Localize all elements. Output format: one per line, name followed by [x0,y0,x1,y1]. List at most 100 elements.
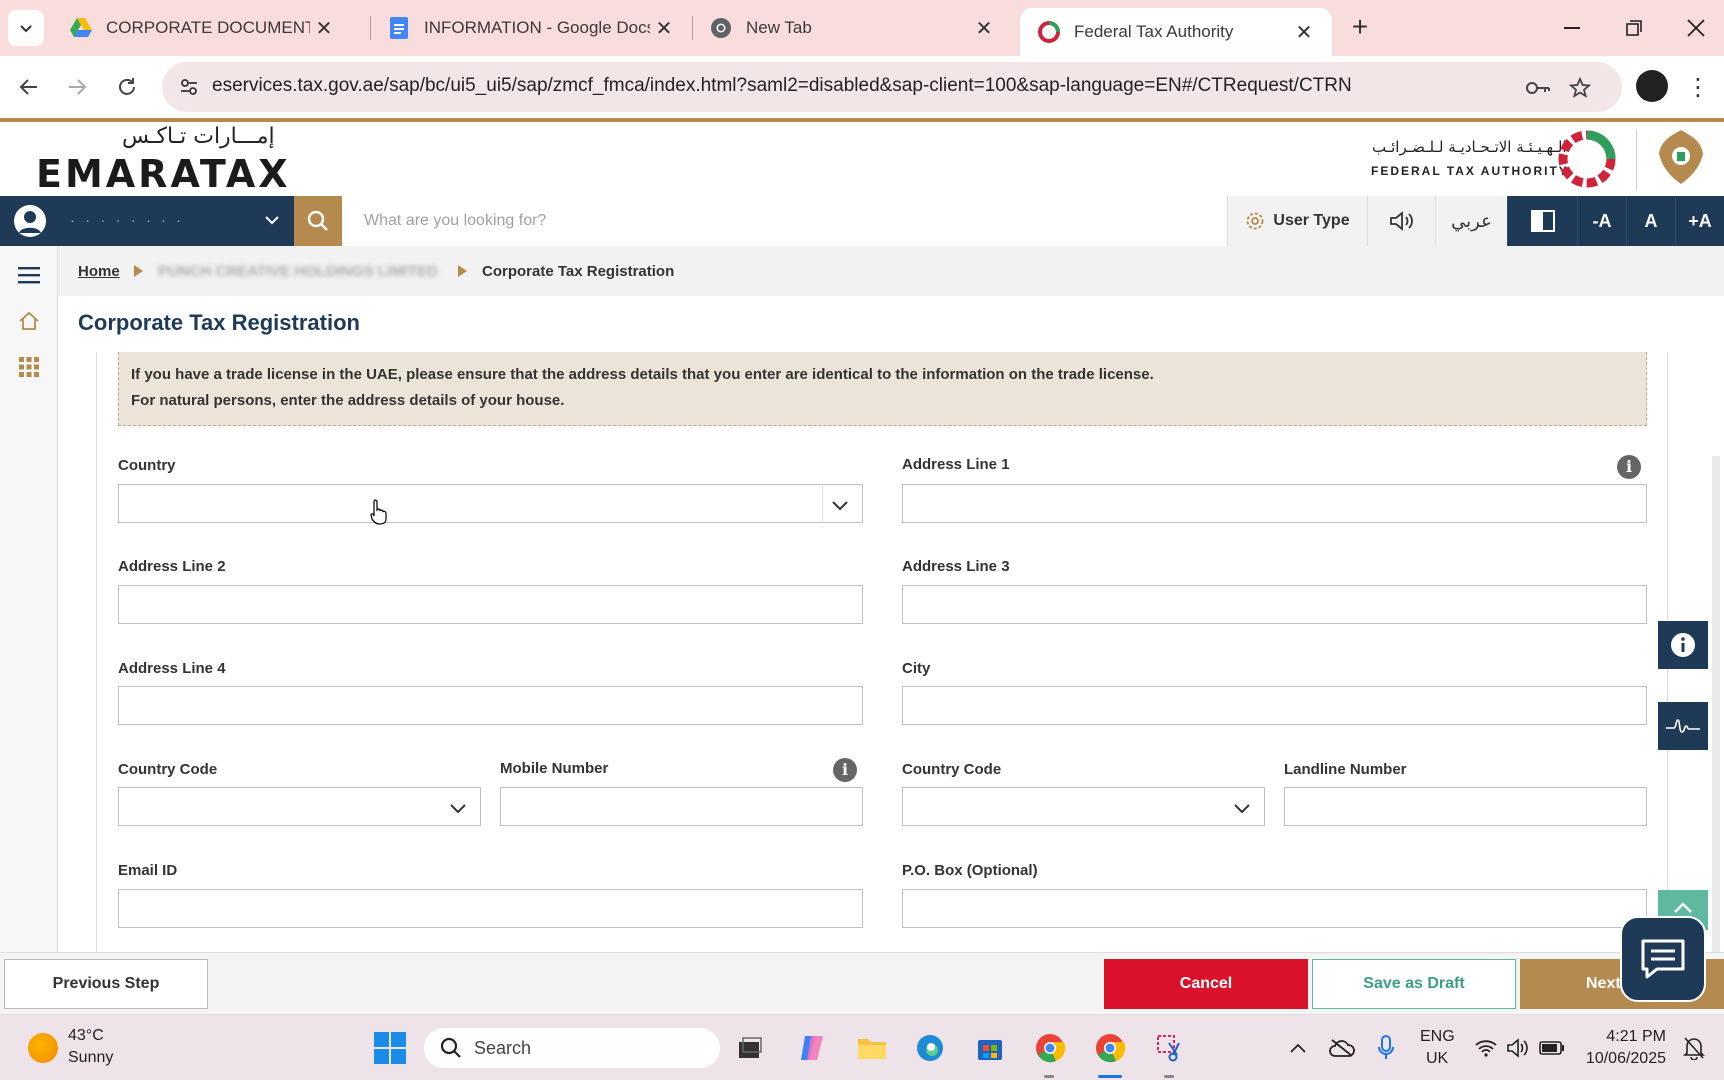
cancel-button[interactable]: Cancel [1104,959,1308,1009]
close-window-button[interactable] [1676,10,1716,46]
hamburger-menu-icon[interactable] [14,260,44,290]
weather-temperature[interactable]: 43°C [68,1027,104,1045]
volume-icon[interactable] [1500,1030,1536,1066]
back-button[interactable] [12,70,46,104]
breadcrumb-home[interactable]: Home [78,263,120,280]
restore-icon [1626,20,1642,36]
chat-button[interactable] [1620,916,1706,1002]
battery-icon[interactable] [1534,1030,1570,1066]
audio-button[interactable] [1367,196,1435,246]
user-type-button[interactable]: User Type [1227,196,1367,246]
taskbar-search[interactable]: Search [424,1028,720,1068]
address-line-4-input[interactable] [118,686,863,725]
address-bar[interactable]: eservices.tax.gov.ae/sap/bc/ui5_ui5/sap/… [162,62,1622,112]
keyboard-layout[interactable]: UK [1426,1050,1448,1068]
city-input[interactable] [902,686,1647,725]
restore-button[interactable] [1614,10,1654,46]
chevron-up-icon[interactable] [1280,1030,1316,1066]
sun-icon[interactable] [28,1033,58,1063]
forward-button[interactable] [60,70,94,104]
taskbar-search-label: Search [474,1038,532,1058]
search-button[interactable] [294,196,342,246]
star-icon[interactable] [1566,74,1594,102]
user-menu[interactable]: · · · · · · · · [0,196,294,246]
po-box-input[interactable] [902,889,1647,928]
close-icon[interactable]: ✕ [1290,20,1318,45]
notification-bell-icon[interactable] [1676,1030,1712,1066]
close-icon[interactable]: ✕ [310,16,338,41]
minimize-button[interactable] [1552,10,1592,46]
chrome-icon [710,17,732,39]
profile-avatar[interactable] [1636,70,1668,102]
microsoft-store-icon[interactable] [972,1030,1008,1066]
arabic-language-button[interactable]: عربي [1435,196,1507,246]
site-info-icon[interactable] [174,72,204,102]
tab-search-button[interactable] [8,10,44,46]
weather-condition[interactable]: Sunny [68,1049,113,1067]
city-label: City [902,660,931,677]
wifi-icon[interactable] [1468,1030,1504,1066]
close-icon[interactable]: ✕ [650,16,678,41]
key-icon[interactable] [1524,74,1552,102]
language-indicator[interactable]: ENG [1420,1028,1455,1046]
address-line-2-input[interactable] [118,585,863,624]
save-as-draft-button[interactable]: Save as Draft [1312,959,1516,1009]
signature-tool-button[interactable] [1658,702,1708,750]
file-explorer-icon[interactable] [854,1030,890,1066]
tab-federal-tax-authority[interactable]: Federal Tax Authority ✕ [1020,8,1332,56]
decrease-font-button[interactable]: -A [1577,196,1626,246]
google-docs-icon [388,17,410,39]
tab-new-tab[interactable]: New Tab ✕ [692,6,1012,50]
onedrive-icon[interactable] [1324,1030,1360,1066]
reload-button[interactable] [110,70,144,104]
new-tab-button[interactable]: + [1344,12,1376,44]
close-icon [1687,19,1705,37]
user-avatar-icon [14,205,46,237]
info-icon[interactable]: i [1617,455,1641,479]
increase-font-button[interactable]: +A [1675,196,1724,246]
mobile-number-input[interactable] [500,787,863,826]
site-search-input[interactable] [342,196,1227,246]
notice-line-1: If you have a trade license in the UAE, … [131,366,1154,383]
clock-time[interactable]: 4:21 PM [1580,1028,1666,1046]
mobile-country-code-select[interactable] [118,787,481,826]
address-line-3-input[interactable] [902,585,1647,624]
microphone-icon[interactable] [1368,1030,1404,1066]
emaratax-logo[interactable]: EMARATAX [36,152,291,196]
snipping-tool-icon[interactable] [1152,1030,1188,1066]
home-icon[interactable] [14,306,44,336]
landline-number-label: Landline Number [1284,761,1407,778]
tab-corporate-document[interactable]: CORPORATE DOCUMENT - Acc ✕ [52,6,352,50]
landline-number-input[interactable] [1284,787,1647,826]
address-line-1-input[interactable] [902,484,1647,523]
form-action-bar: Previous Step Cancel Save as Draft Next [0,952,1724,1014]
info-panel-button[interactable] [1658,621,1708,669]
windows-start-icon[interactable] [372,1030,408,1066]
scrollbar[interactable] [1712,456,1720,952]
chrome-profile-icon[interactable] [1092,1030,1128,1066]
copilot-icon[interactable] [794,1030,830,1066]
email-input[interactable] [118,889,863,928]
previous-step-button[interactable]: Previous Step [4,959,208,1009]
task-view-icon[interactable] [732,1030,768,1066]
tab-information-docs[interactable]: INFORMATION - Google Docs ✕ [370,6,692,50]
main-nav-bar: · · · · · · · · User Type عربي -A A +A [0,196,1724,246]
edge-icon[interactable] [912,1030,948,1066]
close-icon[interactable]: ✕ [970,16,998,41]
chrome-icon[interactable] [1032,1030,1068,1066]
landline-country-code-select[interactable] [902,787,1265,826]
contrast-icon [1530,210,1555,232]
contrast-button[interactable] [1507,196,1577,246]
windows-taskbar: 43°C Sunny Search ENG UK 4:21 PM 10/06/2… [0,1014,1724,1080]
info-icon[interactable]: i [833,758,857,782]
apps-grid-icon[interactable] [14,352,44,382]
clock-date[interactable]: 10/06/2025 [1580,1050,1666,1068]
chevron-down-icon [20,25,32,33]
mobile-number-label: Mobile Number [500,760,609,777]
more-options-icon[interactable]: ⋮ [1686,70,1710,104]
breadcrumb-company[interactable]: PUNCH CREATIVE HOLDINGS LIMITED [158,263,438,280]
browser-toolbar: eservices.tax.gov.ae/sap/bc/ui5_ui5/sap/… [0,56,1724,118]
country-select[interactable] [118,484,863,523]
mobile-country-code-label: Country Code [118,761,218,778]
normal-font-button[interactable]: A [1626,196,1675,246]
